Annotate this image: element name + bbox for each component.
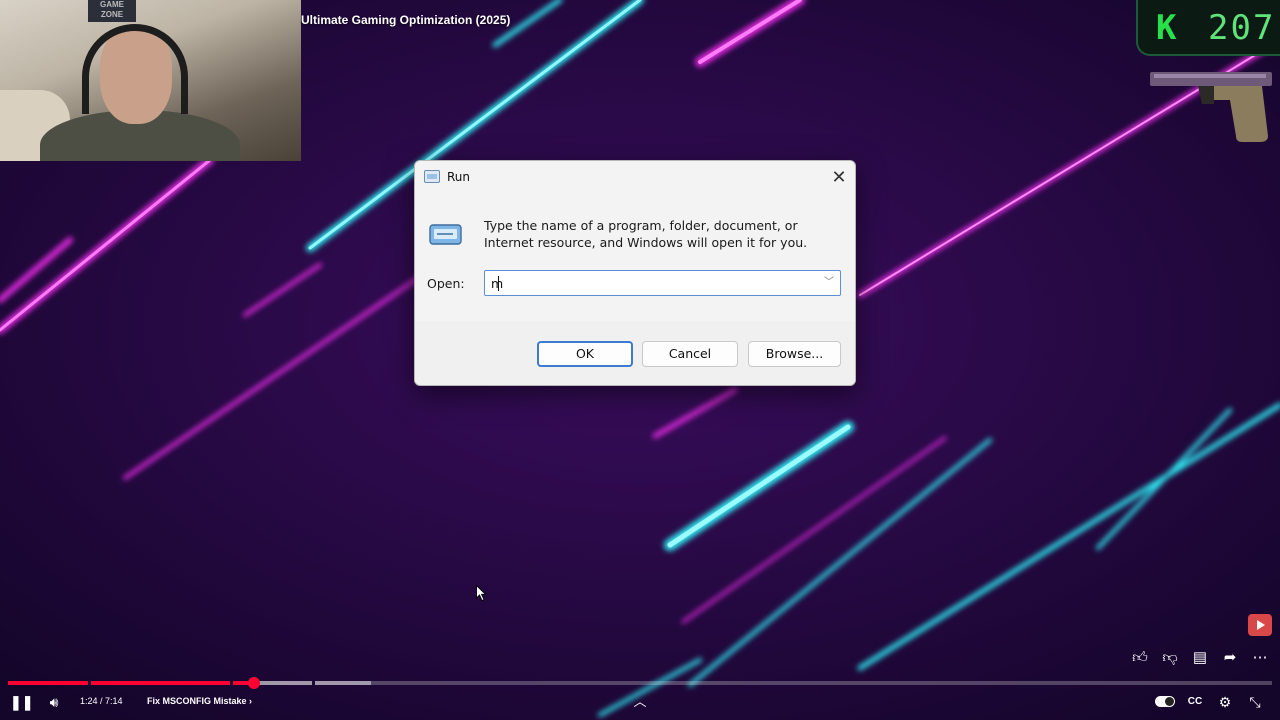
player-controls: ❚❚ 🔊︎ 1:24 / 7:14 Fix MSCONFIG Mistake ›… [0, 690, 1280, 720]
captions-icon[interactable]: CC [1184, 690, 1206, 714]
progress-played [8, 681, 255, 685]
kill-counter-badge: K 207 [1136, 0, 1280, 56]
player-actions: 👍︎ 👎︎ ▤ ➦ ⋯ [1128, 646, 1272, 670]
share-icon[interactable]: ➦ [1218, 646, 1242, 670]
kill-count: 207 [1208, 8, 1276, 48]
open-label: Open: [427, 276, 465, 291]
chevron-up-icon[interactable]: ︿ [628, 690, 652, 714]
pause-icon[interactable]: ❚❚ [10, 690, 33, 714]
channel-logo-icon[interactable] [1248, 614, 1272, 636]
thumbs-down-icon[interactable]: 👎︎ [1158, 646, 1182, 670]
webcam-overlay: GAME ZONE [0, 0, 301, 161]
comment-icon[interactable]: ▤ [1188, 646, 1212, 670]
headset-icon [82, 24, 188, 114]
ok-button[interactable]: OK [537, 341, 633, 367]
kill-letter: K [1156, 8, 1177, 48]
webcam-poster: GAME ZONE [88, 0, 136, 22]
run-program-icon [429, 224, 462, 245]
progress-bar[interactable] [8, 677, 1272, 689]
thumbs-up-icon[interactable]: 👍︎ [1128, 646, 1152, 670]
close-icon[interactable]: ✕ [827, 166, 851, 188]
dialog-title: Run [447, 170, 471, 184]
chapter-marker [88, 681, 91, 685]
more-icon[interactable]: ⋯ [1248, 646, 1272, 670]
volume-icon[interactable]: 🔊︎ [42, 690, 66, 714]
exit-fullscreen-icon[interactable]: ⤡ [1244, 690, 1266, 714]
cancel-button[interactable]: Cancel [642, 341, 738, 367]
dialog-titlebar[interactable]: Run ✕ [415, 161, 855, 193]
chapter-marker [230, 681, 233, 685]
time-display: 1:24 / 7:14 [80, 696, 123, 706]
text-caret [498, 276, 499, 291]
pistol-icon [1150, 72, 1272, 142]
run-dialog: Run ✕ Type the name of a program, folder… [414, 160, 856, 386]
autoplay-toggle[interactable] [1155, 696, 1175, 707]
mouse-cursor-icon [476, 585, 486, 601]
browse-button[interactable]: Browse... [748, 341, 841, 367]
video-title: Ultimate Gaming Optimization (2025) [301, 13, 511, 27]
chapter-title[interactable]: Fix MSCONFIG Mistake › [147, 696, 252, 706]
gear-icon[interactable]: ⚙ [1214, 690, 1236, 714]
run-app-icon [424, 170, 440, 183]
open-combobox[interactable]: m ﹀ [484, 270, 841, 296]
chapter-marker [312, 681, 315, 685]
chevron-down-icon[interactable]: ﹀ [822, 275, 836, 291]
chapter-chevron-icon: › [249, 696, 253, 706]
dialog-description: Type the name of a program, folder, docu… [484, 218, 808, 250]
